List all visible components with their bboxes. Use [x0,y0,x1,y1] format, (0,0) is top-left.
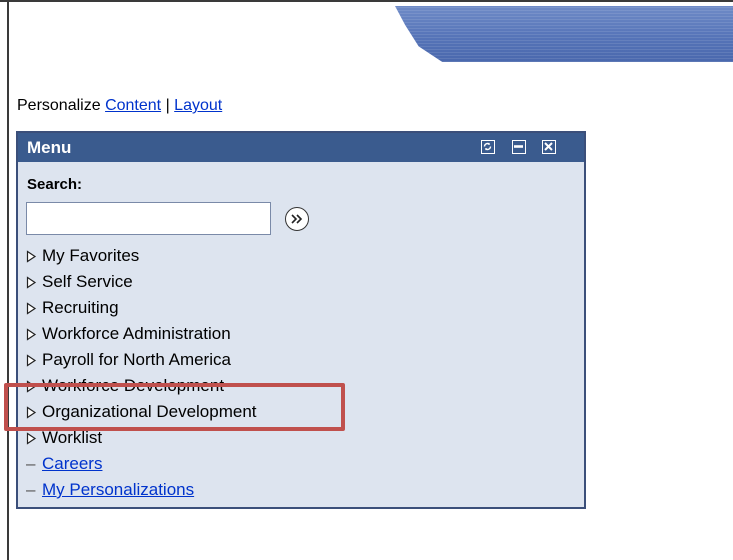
personalize-layout-link[interactable]: Layout [174,97,222,114]
personalize-bar: Personalize Content | Layout [17,97,222,115]
menu-title: Menu [27,138,72,157]
window-left-border [7,0,9,560]
triangle-right-icon [26,302,37,315]
menu-item-label: Recruiting [42,298,119,317]
menu-item-payroll-north-america[interactable]: Payroll for North America [26,347,257,373]
minimize-icon[interactable] [512,140,526,154]
menu-item-my-favorites[interactable]: My Favorites [26,243,257,269]
menu-item-recruiting[interactable]: Recruiting [26,295,257,321]
highlight-annotation-box [4,383,345,431]
menu-search-input[interactable] [26,202,271,235]
menu-item-self-service[interactable]: Self Service [26,269,257,295]
menu-item-label: Self Service [42,272,133,291]
menu-link-my-personalizations[interactable]: My Personalizations [42,480,194,499]
dash-icon: – [26,454,36,473]
menu-item-careers[interactable]: – Careers [26,451,257,477]
triangle-right-icon [26,354,37,367]
triangle-right-icon [26,276,37,289]
menu-item-label: Payroll for North America [42,350,231,369]
triangle-right-icon [26,328,37,341]
menu-item-workforce-administration[interactable]: Workforce Administration [26,321,257,347]
menu-item-my-personalizations[interactable]: – My Personalizations [26,477,257,503]
menu-link-careers[interactable]: Careers [42,454,102,473]
double-chevron-right-icon[interactable] [285,207,309,231]
triangle-right-icon [26,250,37,263]
menu-header: Menu [18,133,584,162]
dash-icon: – [26,480,36,499]
window-top-border [0,0,733,2]
refresh-icon[interactable] [481,140,495,154]
menu-item-label: Workforce Administration [42,324,231,343]
close-icon[interactable] [542,140,556,154]
menu-item-label: My Favorites [42,246,140,265]
personalize-label: Personalize [17,97,101,114]
menu-pagelet: Menu Search: My Favorites Self Service R… [16,131,586,509]
personalize-separator: | [165,97,170,114]
personalize-content-link[interactable]: Content [105,97,161,114]
header-banner-texture [395,6,733,62]
triangle-right-icon [26,432,37,445]
menu-list: My Favorites Self Service Recruiting Wor… [26,243,257,503]
search-label: Search: [27,176,83,193]
